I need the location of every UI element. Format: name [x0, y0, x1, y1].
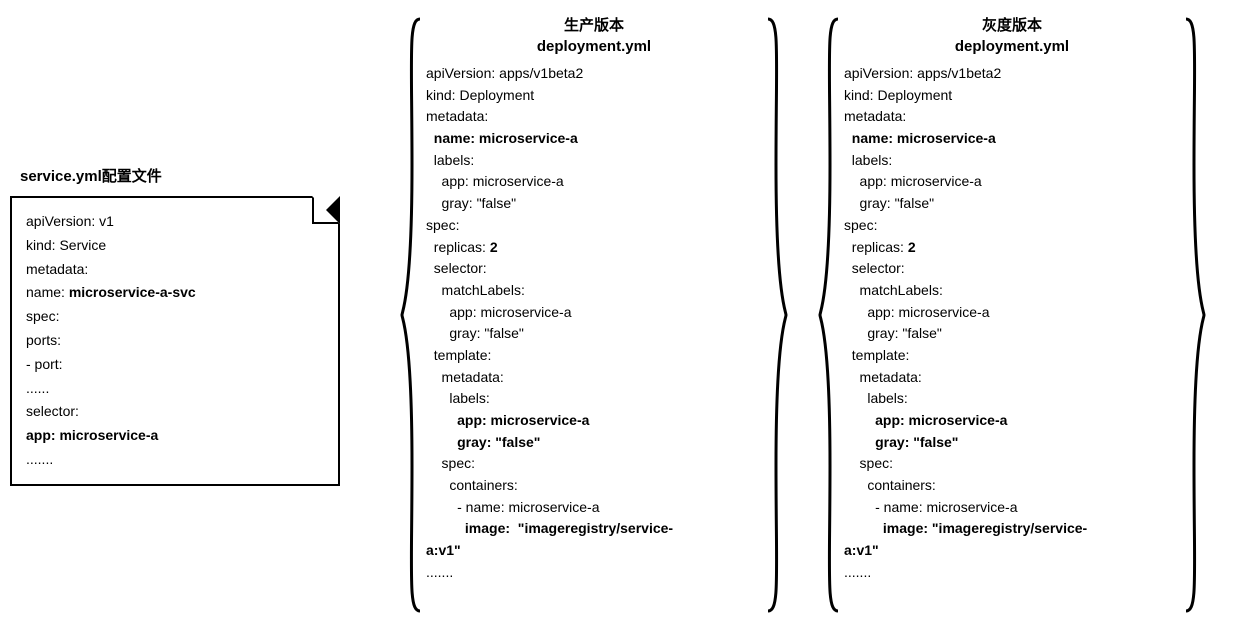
- yaml-line: name: microservice-a-svc: [26, 281, 328, 305]
- note-fold-icon: [312, 196, 340, 224]
- brace-right-icon: [1182, 15, 1206, 615]
- service-yml-note: apiVersion: v1 kind: Service metadata: n…: [10, 196, 340, 486]
- yaml-line: .......: [26, 448, 328, 472]
- diagram-row: service.yml配置文件 apiVersion: v1 kind: Ser…: [10, 15, 1230, 615]
- production-block: 生产版本deployment.yml apiVersion: apps/v1be…: [400, 15, 788, 615]
- gray-title: 灰度版本deployment.yml: [842, 15, 1182, 63]
- yaml-line: metadata:: [26, 258, 328, 282]
- service-yml-column: service.yml配置文件 apiVersion: v1 kind: Ser…: [10, 15, 370, 486]
- brace-right-icon: [764, 15, 788, 615]
- service-yml-title: service.yml配置文件: [20, 165, 370, 186]
- yaml-line: ports:: [26, 329, 328, 353]
- production-content: 生产版本deployment.yml apiVersion: apps/v1be…: [424, 15, 764, 615]
- gray-yaml: apiVersion: apps/v1beta2 kind: Deploymen…: [842, 63, 1182, 588]
- yaml-line: spec:: [26, 305, 328, 329]
- gray-content: 灰度版本deployment.yml apiVersion: apps/v1be…: [842, 15, 1182, 615]
- yaml-line: - port:: [26, 353, 328, 377]
- gray-block: 灰度版本deployment.yml apiVersion: apps/v1be…: [818, 15, 1206, 615]
- brace-left-icon: [400, 15, 424, 615]
- yaml-line: app: microservice-a: [26, 424, 328, 448]
- yaml-line: kind: Service: [26, 234, 328, 258]
- production-title: 生产版本deployment.yml: [424, 15, 764, 63]
- yaml-line: apiVersion: v1: [26, 210, 328, 234]
- brace-left-icon: [818, 15, 842, 615]
- yaml-line: ......: [26, 377, 328, 401]
- production-yaml: apiVersion: apps/v1beta2 kind: Deploymen…: [424, 63, 764, 588]
- yaml-line: selector:: [26, 400, 328, 424]
